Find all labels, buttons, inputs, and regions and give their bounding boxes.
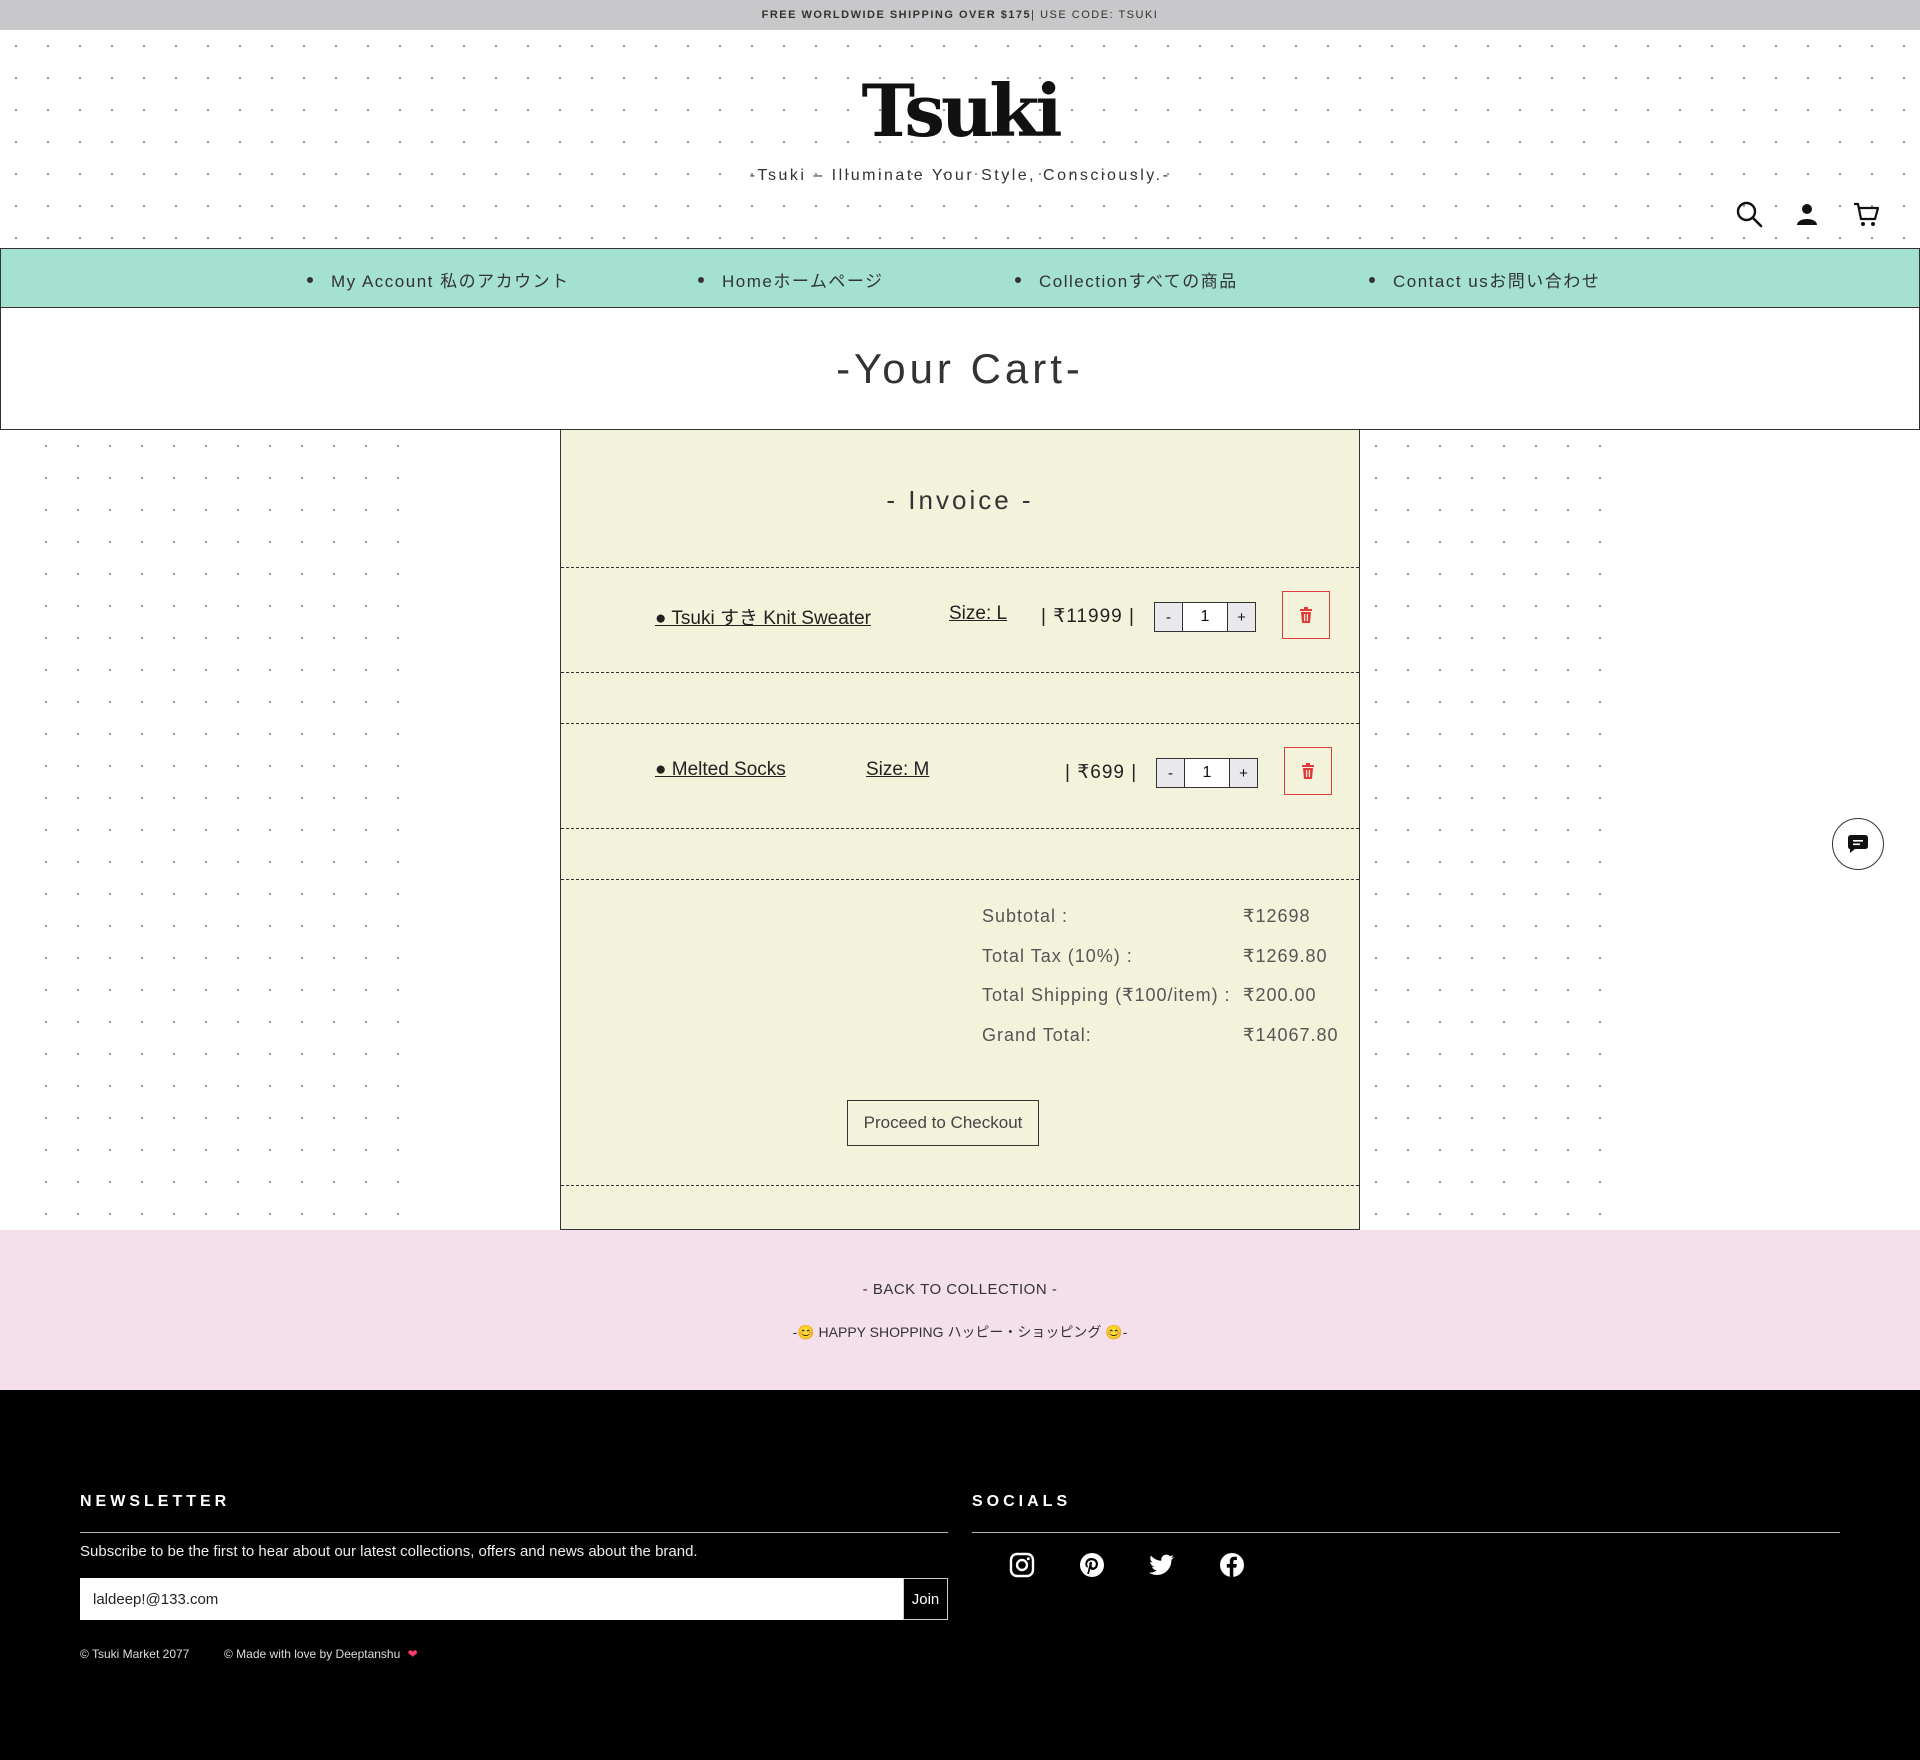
item-price: | ₹699 | [1065, 762, 1138, 783]
main-nav: My Account 私のアカウント Homeホームページ Collection… [0, 248, 1920, 308]
newsletter-description: Subscribe to be the first to hear about … [80, 1543, 698, 1560]
copyright-text: © Tsuki Market 2077 [80, 1647, 190, 1661]
invoice-title: - Invoice - [886, 485, 1034, 515]
invoice-panel: - Invoice - ● Tsuki すき Knit Sweater Size… [560, 430, 1360, 1230]
announcement-code: | USE CODE: TSUKI [1031, 9, 1159, 21]
shipping-label: Total Shipping (₹100/item) : [982, 985, 1231, 1005]
decrease-quantity-button[interactable]: - [1157, 759, 1185, 787]
cart-icon[interactable] [1850, 198, 1882, 230]
subtotal-label: Subtotal : [982, 906, 1069, 926]
grand-total-label: Grand Total: [982, 1025, 1092, 1045]
socials-heading: SOCIALS [972, 1493, 1072, 1510]
shipping-value: ₹200.00 [1243, 985, 1317, 1005]
site-header: Tsuki -Tsuki – Illuminate Your Style, Co… [0, 30, 1920, 248]
happy-shopping-text: -😊 HAPPY SHOPPING ハッピー・ショッピング 😊- [792, 1324, 1128, 1340]
proceed-to-checkout-button[interactable]: Proceed to Checkout [847, 1100, 1039, 1146]
chat-button[interactable] [1832, 818, 1884, 870]
newsletter-divider [80, 1532, 948, 1533]
search-icon[interactable] [1733, 198, 1765, 230]
quantity-input[interactable]: 1 [1185, 759, 1229, 787]
item-name-link[interactable]: ● Tsuki すき Knit Sweater [655, 603, 871, 630]
nav-item-home[interactable]: Homeホームページ [698, 267, 884, 292]
cart-item-row: ● Tsuki すき Knit Sweater Size: L | ₹11999… [561, 567, 1359, 673]
nav-item-contact[interactable]: Contact usお問い合わせ [1369, 267, 1600, 292]
twitter-icon[interactable] [1147, 1550, 1177, 1580]
nav-item-label: Contact usお問い合わせ [1393, 272, 1601, 291]
subtotal-value: ₹12698 [1243, 906, 1311, 926]
decrease-quantity-button[interactable]: - [1155, 603, 1183, 631]
page-title-band: -Your Cart- [0, 308, 1920, 430]
quantity-input[interactable]: 1 [1183, 603, 1227, 631]
nav-item-collection[interactable]: Collectionすべての商品 [1015, 267, 1238, 292]
credit-text: © Made with love by Deeptanshu ❤ [224, 1647, 418, 1661]
tax-value: ₹1269.80 [1243, 946, 1328, 966]
continue-shopping-band: - BACK TO COLLECTION - -😊 HAPPY SHOPPING… [0, 1230, 1920, 1390]
tax-label: Total Tax (10%) : [982, 946, 1133, 966]
dotted-background-right [1360, 430, 1610, 1230]
order-summary: Subtotal : ₹12698 Total Tax (10%) : ₹126… [561, 879, 1359, 1186]
heart-icon: ❤ [407, 1647, 418, 1661]
instagram-icon[interactable] [1007, 1550, 1037, 1580]
nav-bullet [698, 276, 704, 283]
back-to-collection-link[interactable]: - BACK TO COLLECTION - [0, 1281, 1920, 1298]
dotted-background-left [30, 430, 410, 1230]
newsletter-join-button[interactable]: Join [903, 1578, 948, 1620]
item-price: | ₹11999 | [1041, 606, 1135, 627]
newsletter-email-input[interactable]: laldeep!@133.com [80, 1578, 903, 1620]
brand-tagline: -Tsuki – Illuminate Your Style, Consciou… [749, 167, 1171, 184]
item-name-link[interactable]: ● Melted Socks [655, 759, 786, 781]
nav-bullet [307, 276, 313, 283]
quantity-stepper: - 1 + [1154, 602, 1256, 632]
increase-quantity-button[interactable]: + [1227, 603, 1255, 631]
page-title: -Your Cart- [836, 344, 1084, 392]
remove-item-button[interactable] [1282, 591, 1330, 639]
remove-item-button[interactable] [1284, 747, 1332, 795]
cart-item-row: ● Melted Socks Size: M | ₹699 | - 1 + [561, 723, 1359, 829]
site-footer: NEWSLETTER Subscribe to be the first to … [0, 1390, 1920, 1760]
nav-bullet [1369, 276, 1375, 283]
nav-item-my-account[interactable]: My Account 私のアカウント [307, 267, 570, 292]
quantity-stepper: - 1 + [1156, 758, 1258, 788]
nav-item-label: My Account 私のアカウント [331, 272, 570, 291]
credit-label: © Made with love by Deeptanshu [224, 1647, 401, 1661]
item-size-link[interactable]: Size: M [866, 759, 929, 781]
facebook-icon[interactable] [1217, 1550, 1247, 1580]
trash-icon [1302, 763, 1314, 779]
announcement-shipping: FREE WORLDWIDE SHIPPING OVER $175 [761, 9, 1032, 21]
pinterest-icon[interactable] [1077, 1550, 1107, 1580]
nav-bullet [1015, 276, 1021, 283]
announcement-bar: FREE WORLDWIDE SHIPPING OVER $175 | USE … [0, 0, 1920, 30]
nav-item-label: Homeホームページ [722, 272, 884, 291]
newsletter-heading: NEWSLETTER [80, 1493, 231, 1510]
brand-logo[interactable]: Tsuki [0, 68, 1920, 153]
item-size-link[interactable]: Size: L [949, 603, 1007, 625]
trash-icon [1300, 607, 1312, 623]
nav-item-label: Collectionすべての商品 [1039, 272, 1238, 291]
grand-total-value: ₹14067.80 [1243, 1025, 1339, 1045]
account-icon[interactable] [1791, 198, 1823, 230]
increase-quantity-button[interactable]: + [1229, 759, 1257, 787]
chat-icon [1848, 835, 1868, 853]
socials-divider [972, 1532, 1840, 1533]
